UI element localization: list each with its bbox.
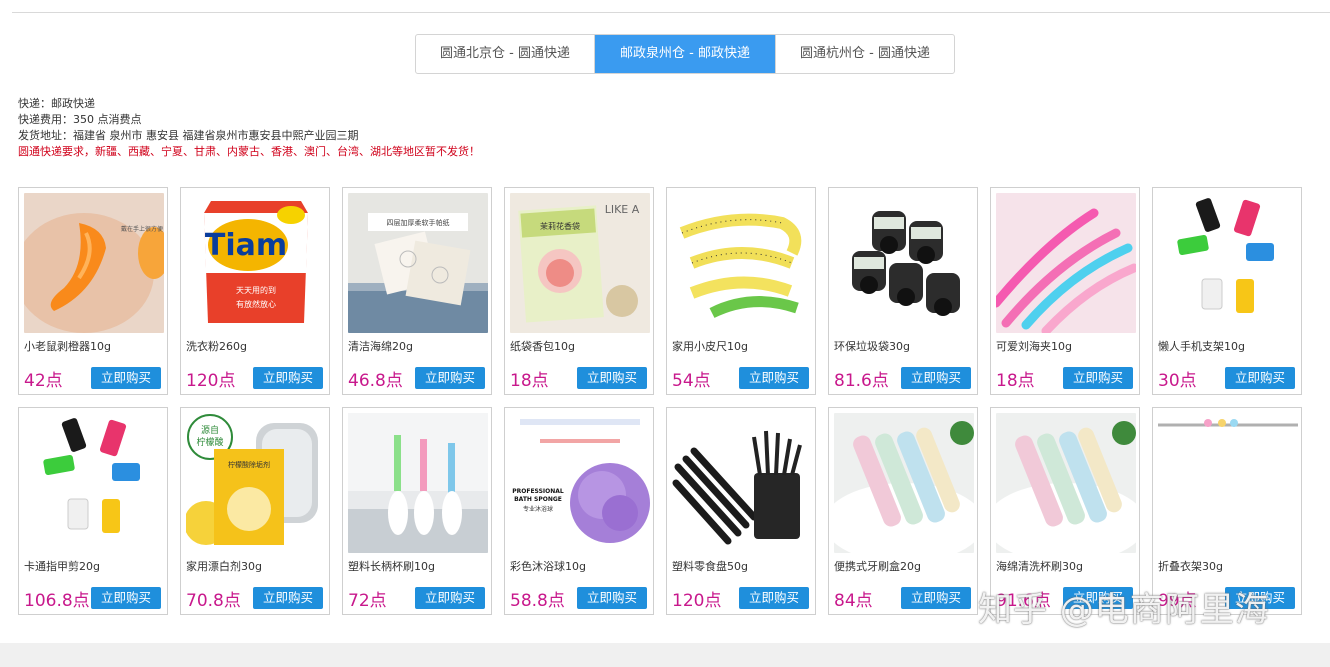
sponge-icon: 四层加厚柔软手帕纸 [348,193,488,333]
product-card[interactable]: 卡通指甲剪20g 106.8点 立即购买 [18,407,168,615]
buy-button[interactable]: 立即购买 [91,587,161,609]
buy-button[interactable]: 立即购买 [415,587,485,609]
product-name: 彩色沐浴球10g [510,560,586,573]
product-price: 30点 [1158,371,1197,391]
tape-measure-icon [672,193,812,333]
footer-band [0,643,1330,667]
product-name: 家用漂白剂30g [186,560,262,573]
svg-text:天天用的到: 天天用的到 [236,285,276,295]
svg-text:BATH SPONGE: BATH SPONGE [514,496,562,503]
product-price: 46.8点 [348,371,403,391]
buy-button[interactable]: 立即购买 [577,587,647,609]
product-name: 环保垃圾袋30g [834,340,910,353]
svg-text:柠檬酸除垢剂: 柠檬酸除垢剂 [228,460,270,469]
garbage-bag-icon [834,193,974,333]
buy-button[interactable]: 立即购买 [253,367,323,389]
hanger-icon [1158,413,1298,553]
buy-button[interactable]: 立即购买 [739,367,809,389]
express-line: 快递：邮政快递 [18,97,95,110]
product-name: 折叠衣架30g [1158,560,1223,573]
product-price: 42点 [24,371,63,391]
product-price: 70.8点 [186,591,241,611]
nail-clipper-icon [24,413,164,553]
svg-text:茉莉花香袋: 茉莉花香袋 [540,221,580,231]
product-card[interactable]: 可爱刘海夹10g 18点 立即购买 [990,187,1140,395]
product-card[interactable]: 家用小皮尺10g 54点 立即购买 [666,187,816,395]
image-caption: 戴在手上很方便 [121,225,163,233]
product-name: 便携式牙刷盒20g [834,560,921,573]
svg-text:源自: 源自 [201,424,219,436]
product-card[interactable]: PROFESSIONAL BATH SPONGE 专业沐浴球 彩色沐浴球10g … [504,407,654,615]
product-card[interactable]: 塑料零食盘50g 120点 立即购买 [666,407,816,615]
cup-brush-icon [348,413,488,553]
top-divider [12,12,1330,13]
brand-text: Tiam [205,228,287,263]
product-price: 18点 [510,371,549,391]
product-card[interactable]: Tiam 天天用的到 有放然放心 洗衣粉260g 120点 立即购买 [180,187,330,395]
product-price: 54点 [672,371,711,391]
buy-button[interactable]: 立即购买 [577,367,647,389]
product-card[interactable]: 环保垃圾袋30g 81.6点 立即购买 [828,187,978,395]
buy-button[interactable]: 立即购买 [901,587,971,609]
bath-ball-icon: PROFESSIONAL BATH SPONGE 专业沐浴球 [510,413,650,553]
product-name: 小老鼠剥橙器10g [24,340,111,353]
svg-text:专业沐浴球: 专业沐浴球 [523,505,553,513]
tab-quanzhou-warehouse[interactable]: 邮政泉州仓 - 邮政快递 [594,35,775,73]
product-name: 塑料长柄杯刷10g [348,560,435,573]
svg-text:柠檬酸: 柠檬酸 [196,436,223,448]
toothbrush-box-icon [834,413,974,553]
product-name: 可爱刘海夹10g [996,340,1072,353]
bleach-icon: 源自 柠檬酸 柠檬酸除垢剂 [186,413,326,553]
product-price: 106.8点 [24,591,90,611]
buy-button[interactable]: 立即购买 [901,367,971,389]
buy-button[interactable]: 立即购买 [1063,367,1133,389]
product-price: 120点 [672,591,722,611]
orange-peeler-icon: 戴在手上很方便 [24,193,164,333]
product-price: 18点 [996,371,1035,391]
product-price: 58.8点 [510,591,565,611]
hair-clip-icon [996,193,1136,333]
watermark: 知乎 @电商阿里海 [978,590,1270,630]
buy-button[interactable]: 立即购买 [91,367,161,389]
product-card[interactable]: 源自 柠檬酸 柠檬酸除垢剂 家用漂白剂30g 70.8点 立即购买 [180,407,330,615]
product-name: 懒人手机支架10g [1158,340,1245,353]
product-name: 洗衣粉260g [186,340,247,353]
product-name: 塑料零食盘50g [672,560,748,573]
fee-line: 快递费用：350 点消费点 [18,113,142,126]
sponge-brush-icon [996,413,1136,553]
phone-stand-icon [1158,193,1298,333]
product-card[interactable]: 戴在手上很方便 小老鼠剥橙器10g 42点 立即购买 [18,187,168,395]
sachet-icon: LIKE A 茉莉花香袋 [510,193,650,333]
svg-text:PROFESSIONAL: PROFESSIONAL [512,488,564,495]
detergent-icon: Tiam 天天用的到 有放然放心 [186,193,326,333]
shipping-info: 快递：邮政快递 快递费用：350 点消费点 发货地址：福建省 泉州市 惠安县 福… [18,96,480,160]
shipping-warning: 圆通快递要求，新疆、西藏、宁夏、甘肃、内蒙古、香港、澳门、台湾、湖北等地区暂不发… [18,145,480,158]
product-card[interactable]: 懒人手机支架10g 30点 立即购买 [1152,187,1302,395]
product-card[interactable]: 塑料长柄杯刷10g 72点 立即购买 [342,407,492,615]
pens-icon [672,413,812,553]
product-card[interactable]: 四层加厚柔软手帕纸 清洁海绵20g 46.8点 立即购买 [342,187,492,395]
product-price: 120点 [186,371,236,391]
product-name: 卡通指甲剪20g [24,560,100,573]
svg-text:四层加厚柔软手帕纸: 四层加厚柔软手帕纸 [387,218,450,227]
product-name: 清洁海绵20g [348,340,413,353]
svg-text:有放然放心: 有放然放心 [236,299,276,309]
warehouse-tabs: 圆通北京仓 - 圆通快递 邮政泉州仓 - 邮政快递 圆通杭州仓 - 圆通快递 [415,34,955,74]
product-price: 72点 [348,591,387,611]
buy-button[interactable]: 立即购买 [415,367,485,389]
svg-text:LIKE A: LIKE A [605,203,640,216]
product-card[interactable]: LIKE A 茉莉花香袋 纸袋香包10g 18点 立即购买 [504,187,654,395]
product-price: 84点 [834,591,873,611]
product-name: 纸袋香包10g [510,340,575,353]
buy-button[interactable]: 立即购买 [253,587,323,609]
product-name: 海绵清洗杯刷30g [996,560,1083,573]
product-card[interactable]: 便携式牙刷盒20g 84点 立即购买 [828,407,978,615]
product-name: 家用小皮尺10g [672,340,748,353]
tab-beijing-warehouse[interactable]: 圆通北京仓 - 圆通快递 [416,35,594,73]
buy-button[interactable]: 立即购买 [1225,367,1295,389]
buy-button[interactable]: 立即购买 [739,587,809,609]
tab-hangzhou-warehouse[interactable]: 圆通杭州仓 - 圆通快递 [775,35,954,73]
product-price: 81.6点 [834,371,889,391]
address-line: 发货地址：福建省 泉州市 惠安县 福建省泉州市惠安县中熙产业园三期 [18,129,359,142]
